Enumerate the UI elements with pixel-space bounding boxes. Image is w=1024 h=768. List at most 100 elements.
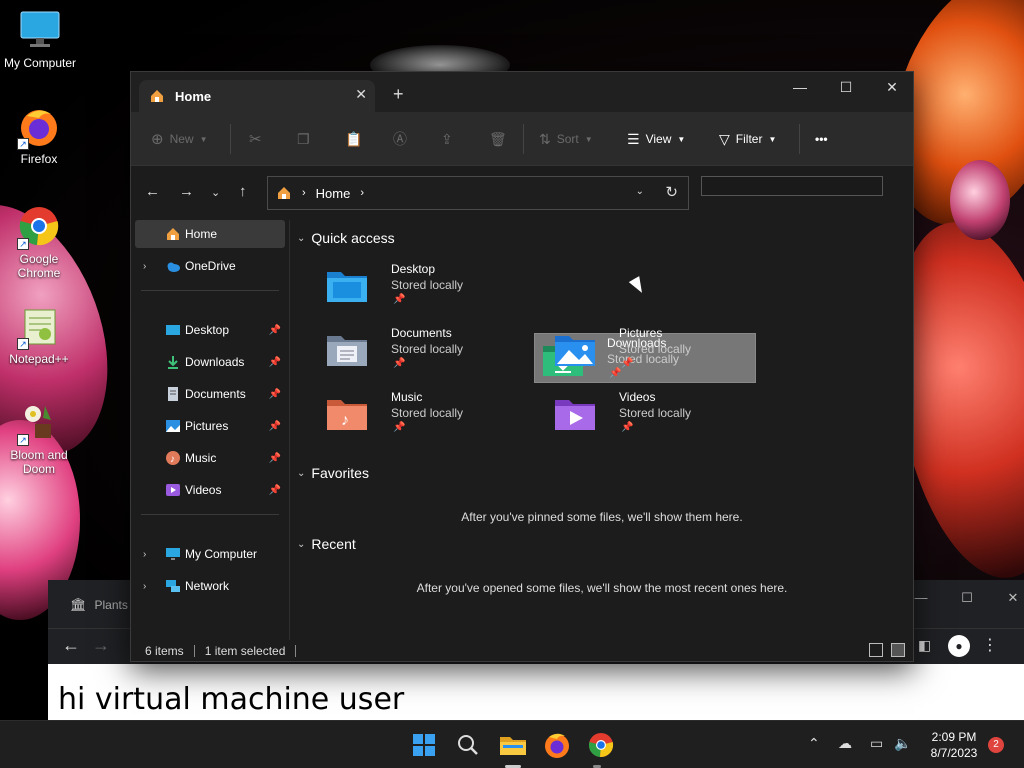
sidebar-item-network[interactable]: › Network bbox=[135, 572, 285, 600]
new-tab-button[interactable]: + bbox=[393, 84, 404, 105]
breadcrumb-home[interactable]: Home bbox=[316, 186, 351, 201]
search-input[interactable] bbox=[701, 176, 883, 196]
show-hidden-icons-chevron-icon[interactable]: ⌃ bbox=[808, 735, 820, 752]
folder-tile-pictures[interactable]: Pictures Stored locally 📌 bbox=[547, 324, 769, 374]
profile-avatar-icon[interactable]: ● bbox=[948, 635, 970, 657]
favorites-header[interactable]: ⌄ Favorites bbox=[297, 465, 369, 481]
desktop-icon-bloom-and-doom[interactable]: ↗ Bloom and Doom bbox=[0, 400, 79, 476]
quick-access-header[interactable]: ⌄ Quick access bbox=[297, 230, 395, 246]
sort-button[interactable]: ⇅ Sort ▼ bbox=[539, 128, 593, 150]
sidebar-divider bbox=[141, 290, 279, 291]
close-window-button[interactable]: ✕ bbox=[869, 72, 915, 104]
pin-icon: 📌 bbox=[268, 452, 281, 464]
folder-tile-documents[interactable]: Documents Stored locally 📌 bbox=[319, 324, 541, 374]
expand-chevron-icon[interactable]: › bbox=[143, 581, 146, 592]
more-options-button[interactable]: ••• bbox=[815, 128, 828, 150]
file-explorer-window[interactable]: Home ✕ + — ☐ ✕ ⊕ New ▼ ✂ ❐ 📋 Ⓐ ⇪ 🗑 ⇅ Sor… bbox=[130, 71, 914, 662]
taskbar-firefox[interactable] bbox=[541, 729, 573, 761]
sidebar-item-videos[interactable]: Videos 📌 bbox=[135, 476, 285, 504]
desktop-icon-label: Notepad++ bbox=[9, 352, 69, 366]
folder-name: Videos bbox=[619, 390, 656, 404]
share-button[interactable]: ⇪ bbox=[441, 128, 453, 150]
copy-button[interactable]: ❐ bbox=[297, 128, 310, 150]
desktop-icon-label: Firefox bbox=[20, 152, 58, 166]
taskbar-chrome[interactable] bbox=[585, 729, 617, 761]
explorer-tab-home[interactable]: Home ✕ bbox=[139, 80, 375, 112]
cloud-offline-icon[interactable]: ☁ bbox=[838, 735, 852, 752]
paste-button[interactable]: 📋 bbox=[345, 128, 362, 150]
folder-tile-videos[interactable]: Videos Stored locally 📌 bbox=[547, 388, 769, 438]
home-icon bbox=[151, 90, 163, 102]
cut-button[interactable]: ✂ bbox=[249, 128, 262, 150]
new-button[interactable]: ⊕ New ▼ bbox=[151, 128, 208, 150]
breadcrumb-separator-icon: › bbox=[302, 187, 306, 199]
recent-locations-chevron-icon[interactable]: ⌄ bbox=[211, 186, 220, 199]
sidebar-item-home[interactable]: Home bbox=[135, 220, 285, 248]
back-arrow-icon[interactable]: ← bbox=[145, 183, 160, 200]
address-bar[interactable]: › Home › ⌄ ↻ bbox=[267, 176, 689, 210]
folder-name: Documents bbox=[391, 326, 452, 340]
filter-button[interactable]: ▽ Filter ▼ bbox=[719, 128, 776, 150]
sidebar-item-desktop[interactable]: Desktop 📌 bbox=[135, 316, 285, 344]
forward-arrow-icon[interactable]: → bbox=[179, 183, 194, 200]
sidebar-item-pictures[interactable]: Pictures 📌 bbox=[135, 412, 285, 440]
desktop-icon-label: Bloom and Doom bbox=[10, 448, 68, 476]
sidebar-item-downloads[interactable]: Downloads 📌 bbox=[135, 348, 285, 376]
network-status-icon[interactable]: ▭ bbox=[870, 735, 883, 752]
pin-icon: 📌 bbox=[393, 422, 406, 433]
status-divider bbox=[295, 645, 297, 657]
status-divider bbox=[193, 645, 195, 657]
pane-divider[interactable] bbox=[289, 220, 290, 640]
system-clock[interactable]: 2:09 PM 8/7/2023 bbox=[918, 729, 990, 761]
desktop-icon-notepadpp[interactable]: ↗ Notepad++ bbox=[0, 304, 79, 366]
picture-icon bbox=[166, 420, 180, 432]
video-icon bbox=[166, 484, 180, 496]
up-arrow-icon[interactable]: ↑ bbox=[239, 183, 247, 200]
expand-chevron-icon[interactable]: › bbox=[143, 261, 146, 272]
notification-badge[interactable]: 2 bbox=[988, 737, 1004, 753]
maximize-button[interactable]: ☐ bbox=[823, 72, 869, 104]
browser-close-button[interactable]: ✕ bbox=[990, 584, 1024, 612]
expand-chevron-icon[interactable]: › bbox=[143, 549, 146, 560]
folder-icon bbox=[500, 737, 526, 755]
desktop-icon-my-computer[interactable]: My Computer bbox=[0, 8, 80, 70]
sidebar-item-onedrive[interactable]: › OneDrive bbox=[135, 252, 285, 280]
sort-label: Sort bbox=[556, 132, 579, 146]
desktop-icon-google-chrome[interactable]: ↗ Google Chrome bbox=[0, 204, 79, 280]
collapse-chevron-icon: ⌄ bbox=[297, 232, 306, 244]
bloom-doom-icon: ↗ bbox=[17, 400, 61, 446]
rename-button[interactable]: Ⓐ bbox=[393, 128, 407, 150]
details-view-icon[interactable] bbox=[869, 643, 883, 657]
start-button[interactable] bbox=[408, 729, 440, 761]
sidebar-item-label: Documents bbox=[185, 387, 246, 401]
music-icon: ♪ bbox=[166, 451, 180, 465]
svg-text:♪: ♪ bbox=[170, 454, 175, 465]
refresh-icon[interactable]: ↻ bbox=[665, 183, 678, 201]
desktop-icon-firefox[interactable]: ↗ Firefox bbox=[0, 104, 79, 166]
tiles-view-icon[interactable] bbox=[891, 643, 905, 657]
search-button[interactable] bbox=[452, 729, 484, 761]
folder-tile-desktop[interactable]: Desktop Stored locally 📌 bbox=[319, 260, 541, 310]
view-button[interactable]: ☰ View ▼ bbox=[627, 128, 685, 150]
videos-folder-icon bbox=[555, 400, 595, 430]
address-dropdown-chevron-icon[interactable]: ⌄ bbox=[636, 186, 644, 197]
favorites-empty-message: After you've pinned some files, we'll sh… bbox=[461, 510, 743, 524]
folder-status: Stored locally bbox=[391, 278, 464, 292]
svg-text:♪: ♪ bbox=[341, 412, 349, 429]
browser-menu-icon[interactable]: ⋮ bbox=[982, 635, 998, 655]
sidebar-item-music[interactable]: ♪ Music 📌 bbox=[135, 444, 285, 472]
minimize-button[interactable]: — bbox=[777, 72, 823, 104]
browser-forward-icon[interactable]: → bbox=[92, 635, 110, 656]
delete-button[interactable]: 🗑 bbox=[489, 128, 507, 150]
browser-maximize-button[interactable]: ☐ bbox=[944, 584, 990, 612]
sidebar-item-documents[interactable]: Documents 📌 bbox=[135, 380, 285, 408]
folder-tile-music[interactable]: ♪ Music Stored locally 📌 bbox=[319, 388, 541, 438]
volume-icon[interactable]: 🔈 bbox=[894, 735, 911, 752]
close-tab-icon[interactable]: ✕ bbox=[355, 86, 367, 103]
recent-header[interactable]: ⌄ Recent bbox=[297, 536, 356, 552]
sidebar-toggle-icon[interactable]: ◧ bbox=[918, 637, 931, 654]
browser-back-icon[interactable]: ← bbox=[62, 635, 80, 656]
pin-icon: 📌 bbox=[393, 294, 406, 305]
taskbar-file-explorer[interactable] bbox=[497, 729, 529, 761]
sidebar-item-my-computer[interactable]: › My Computer bbox=[135, 540, 285, 568]
